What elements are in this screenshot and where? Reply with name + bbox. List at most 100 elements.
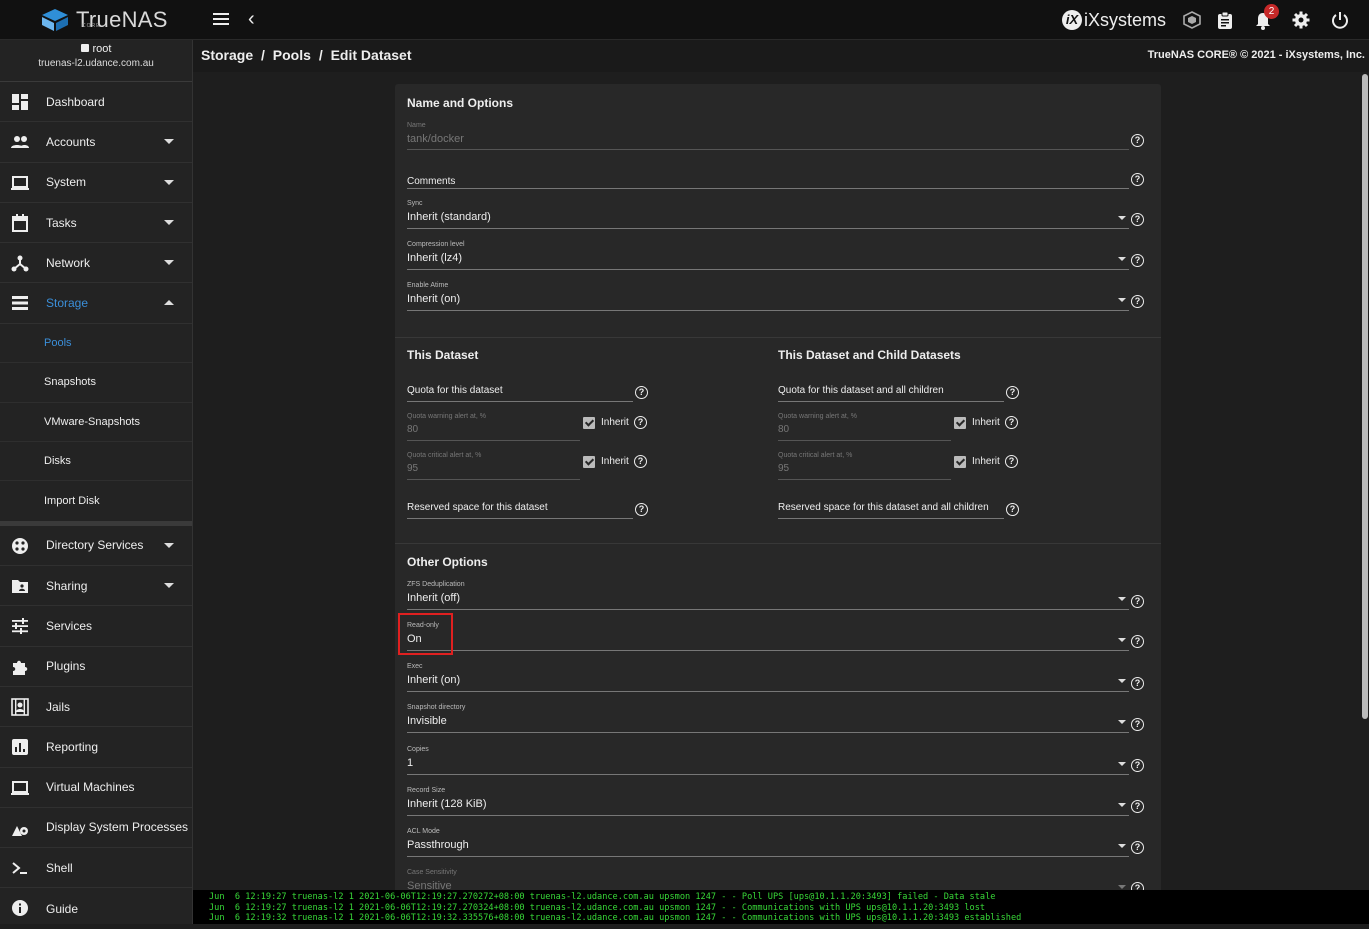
sidebar-item-plugins[interactable]: Plugins — [0, 647, 192, 687]
name-value: tank/docker — [407, 133, 464, 145]
sync-select[interactable]: Sync Inherit (standard) — [407, 200, 1129, 229]
sidebar-item-network[interactable]: Network — [0, 243, 192, 284]
sidebar-item-label: Shell — [46, 860, 73, 875]
storage-icon — [12, 296, 28, 311]
dropdown-arrow-icon — [1118, 885, 1126, 889]
comments-field[interactable]: Comments — [407, 172, 1129, 189]
breadcrumb-storage[interactable]: Storage — [201, 47, 253, 63]
recordsize-help-icon[interactable]: ? — [1131, 800, 1144, 813]
chevron-down-icon — [164, 139, 174, 145]
quota-warning-input[interactable]: Quota warning alert at, % 80 — [407, 413, 580, 441]
jail-icon — [11, 698, 29, 716]
sidebar-item-guide[interactable]: Guide — [0, 888, 192, 928]
reserved-input[interactable]: Reserved space for this dataset — [407, 502, 633, 519]
copies-select[interactable]: Copies 1 — [407, 746, 1129, 775]
quota-critical-input[interactable]: Quota critical alert at, % 95 — [407, 452, 580, 480]
sync-label: Sync — [407, 200, 423, 207]
settings-gear-icon[interactable] — [1292, 11, 1310, 34]
user-info: root truenas-l2.udance.com.au — [0, 40, 192, 82]
quota-warning-children-input[interactable]: Quota warning alert at, % 80 — [778, 413, 951, 441]
aclmode-select[interactable]: ACL Mode Passthrough — [407, 828, 1129, 857]
power-icon[interactable] — [1331, 11, 1349, 34]
computer-icon — [11, 780, 29, 795]
exec-help-icon[interactable]: ? — [1131, 677, 1144, 690]
sidebar-item-display-system-processes[interactable]: Display System Processes — [0, 808, 192, 849]
sidebar-item-services[interactable]: Services — [0, 606, 192, 647]
reserved-children-input[interactable]: Reserved space for this dataset and all … — [778, 502, 1004, 519]
collapse-sidebar-icon[interactable]: ‹ — [248, 9, 255, 29]
casesens-select[interactable]: Case Sensitivity Sensitive — [407, 869, 1129, 890]
quota-critical-inherit-checkbox[interactable] — [583, 456, 595, 468]
exec-select[interactable]: Exec Inherit (on) — [407, 663, 1129, 692]
sidebar-subitem-disks[interactable]: Disks — [0, 441, 192, 482]
calendar-icon — [12, 213, 28, 232]
sidebar-subitem-vmware-snapshots[interactable]: VMware-Snapshots — [0, 402, 192, 442]
sidebar-item-accounts[interactable]: Accounts — [0, 122, 192, 163]
sidebar-item-storage[interactable]: Storage — [0, 283, 192, 324]
atime-help-icon[interactable]: ? — [1131, 295, 1144, 308]
sidebar-subitem-pools[interactable]: Pools — [0, 323, 192, 364]
sidebar-subitem-import-disk[interactable]: Import Disk — [0, 481, 192, 521]
casesens-help-icon[interactable]: ? — [1131, 882, 1144, 890]
readonly-help-icon[interactable]: ? — [1131, 635, 1144, 648]
sidebar-item-jails[interactable]: Jails — [0, 687, 192, 728]
quota-critical-children-help-icon[interactable]: ? — [1005, 455, 1018, 468]
quota-children-help-icon[interactable]: ? — [1006, 386, 1019, 399]
sidebar-item-label: Tasks — [46, 215, 77, 230]
accounts-icon — [11, 136, 29, 149]
quota-warning-children-inherit-checkbox[interactable] — [954, 417, 966, 429]
sidebar-item-system[interactable]: System — [0, 163, 192, 203]
readonly-select[interactable]: Read-only On — [407, 622, 1129, 651]
name-help-icon[interactable]: ? — [1131, 134, 1144, 147]
sidebar: root truenas-l2.udance.com.au Dashboard … — [0, 40, 193, 924]
snapdir-value: Invisible — [407, 715, 447, 727]
sidebar-item-label: Jails — [46, 699, 71, 714]
laptop-icon — [11, 175, 29, 190]
section-title-child-datasets: This Dataset and Child Datasets — [778, 348, 961, 362]
quota-input[interactable]: Quota for this dataset — [407, 385, 633, 402]
sidebar-item-shell[interactable]: Shell — [0, 848, 192, 889]
quota-warning-children-help-icon[interactable]: ? — [1005, 416, 1018, 429]
comments-help-icon[interactable]: ? — [1131, 173, 1144, 186]
sidebar-item-virtual-machines[interactable]: Virtual Machines — [0, 768, 192, 808]
quota-children-input[interactable]: Quota for this dataset and all children — [778, 385, 1004, 402]
aclmode-help-icon[interactable]: ? — [1131, 841, 1144, 854]
sidebar-item-label: Virtual Machines — [46, 780, 135, 795]
sidebar-item-tasks[interactable]: Tasks — [0, 203, 192, 244]
snapdir-help-icon[interactable]: ? — [1131, 718, 1144, 731]
reserved-help-icon[interactable]: ? — [635, 503, 648, 516]
sidebar-item-reporting[interactable]: Reporting — [0, 727, 192, 768]
breadcrumb-bar: Storage / Pools / Edit Dataset TrueNAS C… — [193, 40, 1369, 72]
dedup-select[interactable]: ZFS Deduplication Inherit (off) — [407, 581, 1129, 610]
sidebar-item-dashboard[interactable]: Dashboard — [0, 82, 192, 123]
atime-select[interactable]: Enable Atime Inherit (on) — [407, 282, 1129, 311]
clipboard-icon[interactable] — [1217, 11, 1233, 34]
compression-help-icon[interactable]: ? — [1131, 254, 1144, 267]
dedup-help-icon[interactable]: ? — [1131, 595, 1144, 608]
recordsize-select[interactable]: Record Size Inherit (128 KiB) — [407, 787, 1129, 816]
sidebar-item-directory-services[interactable]: Directory Services — [0, 526, 192, 567]
sidebar-item-label: Plugins — [46, 659, 86, 674]
truenas-logo[interactable]: TrueNAS — [40, 7, 168, 33]
quota-warning-inherit-checkbox[interactable] — [583, 417, 595, 429]
truecommand-icon[interactable] — [1183, 11, 1201, 34]
quota-critical-help-icon[interactable]: ? — [634, 455, 647, 468]
scrollbar[interactable] — [1362, 74, 1368, 719]
quota-critical-children-inherit-checkbox[interactable] — [954, 456, 966, 468]
reserved-children-help-icon[interactable]: ? — [1006, 503, 1019, 516]
quota-help-icon[interactable]: ? — [635, 386, 648, 399]
dropdown-arrow-icon — [1118, 762, 1126, 766]
copies-help-icon[interactable]: ? — [1131, 759, 1144, 772]
menu-toggle-icon[interactable] — [213, 12, 229, 31]
snapdir-select[interactable]: Snapshot directory Invisible — [407, 704, 1129, 733]
breadcrumb-pools[interactable]: Pools — [273, 47, 311, 63]
compression-select[interactable]: Compression level Inherit (lz4) — [407, 241, 1129, 270]
ixsystems-logo[interactable]: iX iXsystems — [1062, 9, 1166, 31]
quota-critical-children-input[interactable]: Quota critical alert at, % 95 — [778, 452, 951, 480]
breadcrumb: Storage / Pools / Edit Dataset — [201, 47, 416, 63]
sidebar-subitem-snapshots[interactable]: Snapshots — [0, 363, 192, 403]
reserved-label: Reserved space for this dataset — [407, 502, 548, 513]
quota-warning-help-icon[interactable]: ? — [634, 416, 647, 429]
sync-help-icon[interactable]: ? — [1131, 213, 1144, 226]
sidebar-item-sharing[interactable]: Sharing — [0, 566, 192, 607]
